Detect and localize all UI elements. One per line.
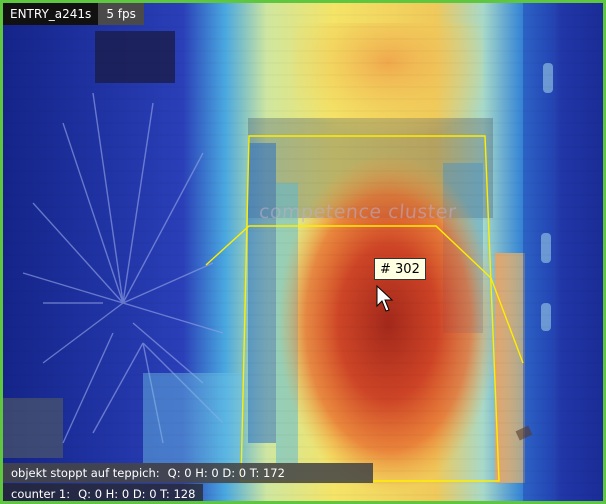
camera-header: ENTRY_a241s 5 fps [3, 3, 144, 25]
heatmap-scene [3, 3, 603, 501]
dark-patch-bottom [3, 398, 63, 458]
camera-viewer[interactable]: competence cluster ENTRY_a241s 5 fps # 3… [0, 0, 606, 504]
counter-row-carpet: objekt stoppt auf teppich: Q: 0 H: 0 D: … [3, 463, 373, 483]
counter-values: Q: 0 H: 0 D: 0 T: 128 [78, 487, 196, 501]
counter-name: objekt stoppt auf teppich: [11, 466, 160, 480]
counter-name: counter 1: [11, 487, 71, 501]
counter-row-1: counter 1: Q: 0 H: 0 D: 0 T: 128 [3, 484, 204, 501]
pointer-arrow-icon [376, 285, 394, 312]
camera-name: ENTRY_a241s [3, 3, 99, 25]
pixel-grid [3, 14, 603, 496]
counter-values: Q: 0 H: 0 D: 0 T: 172 [167, 466, 285, 480]
object-id-tag[interactable]: # 302 [374, 258, 426, 280]
watermark-text: competence cluster [258, 201, 458, 223]
fps-indicator: 5 fps [98, 3, 144, 25]
